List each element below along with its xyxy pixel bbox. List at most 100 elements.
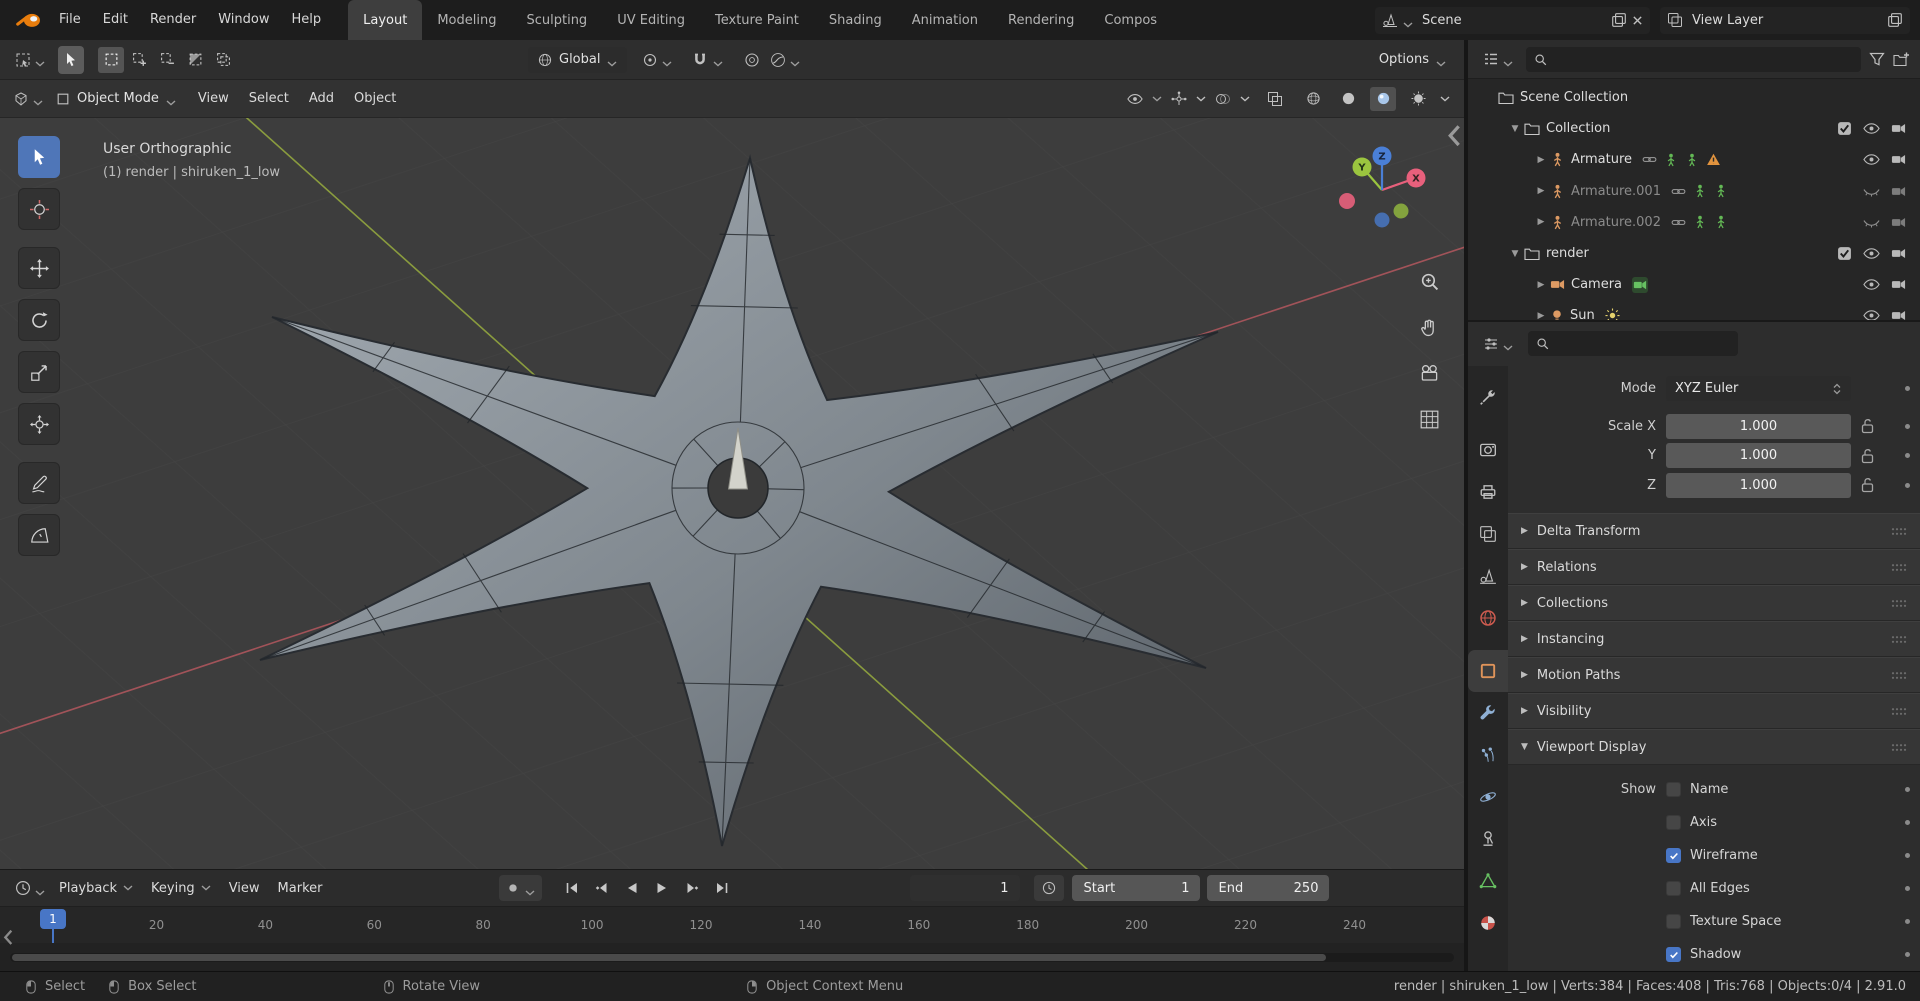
- tool-select-box[interactable]: [18, 136, 60, 178]
- outliner-row-camera[interactable]: ▶ Camera: [1468, 269, 1920, 300]
- select-mode-extend[interactable]: [126, 47, 152, 73]
- camera-toggle-icon[interactable]: [1891, 246, 1906, 261]
- options-dropdown[interactable]: Options: [1371, 52, 1454, 67]
- outliner-row-scene collection[interactable]: Scene Collection: [1468, 82, 1920, 113]
- pan-button[interactable]: [1416, 314, 1442, 340]
- workspace-tab-texture-paint[interactable]: Texture Paint: [700, 0, 814, 40]
- tool-move[interactable]: [18, 247, 60, 289]
- active-tool-button[interactable]: [58, 45, 84, 74]
- jump-to-end-button[interactable]: [708, 875, 735, 901]
- viewport-menu-object[interactable]: Object: [344, 91, 406, 106]
- properties-search[interactable]: [1528, 331, 1738, 356]
- properties-tab-object[interactable]: [1468, 649, 1508, 692]
- new-collection-icon[interactable]: [1893, 51, 1910, 68]
- shading-solid-icon[interactable]: [1335, 87, 1361, 111]
- shading-wireframe-icon[interactable]: [1300, 87, 1326, 111]
- navigation-gizmo[interactable]: X Y Z: [1326, 134, 1438, 246]
- disclosure-open-icon[interactable]: ▼: [1506, 249, 1524, 259]
- properties-tab-world[interactable]: [1468, 597, 1508, 639]
- rotation-mode-dropdown[interactable]: XYZ Euler: [1666, 376, 1851, 401]
- current-frame-field[interactable]: 1: [910, 875, 1021, 901]
- menu-file[interactable]: File: [48, 0, 92, 40]
- panel-grip-icon[interactable]: [1891, 527, 1907, 536]
- overlays-dropdown-icon[interactable]: [1215, 91, 1231, 107]
- snap-toggle[interactable]: [687, 46, 713, 74]
- workspace-tab-sculpting[interactable]: Sculpting: [511, 0, 602, 40]
- properties-tab-view-layer[interactable]: [1468, 513, 1508, 555]
- viewport-menu-view[interactable]: View: [188, 91, 239, 106]
- tool-cursor[interactable]: [18, 188, 60, 230]
- select-mode-subtract[interactable]: [154, 47, 180, 73]
- tool-scale[interactable]: [18, 351, 60, 393]
- scrollbar-thumb[interactable]: [12, 953, 1327, 961]
- outliner-row-collection[interactable]: ▼ Collection: [1468, 113, 1920, 144]
- disclosure-closed-icon[interactable]: ▶: [1532, 217, 1550, 227]
- zoom-button[interactable]: [1416, 268, 1442, 294]
- scale-value-field[interactable]: 1.000: [1666, 472, 1851, 498]
- delete-scene-icon[interactable]: [1632, 15, 1643, 26]
- eye-toggle-icon[interactable]: [1863, 120, 1880, 137]
- disclosure-closed-icon[interactable]: ▶: [1532, 155, 1550, 165]
- panel-header-collections[interactable]: ▶ Collections: [1508, 585, 1920, 621]
- panel-grip-icon[interactable]: [1891, 743, 1907, 752]
- outliner-search[interactable]: [1526, 46, 1861, 72]
- animate-dot[interactable]: [1905, 919, 1910, 924]
- chevron-down-icon[interactable]: [1440, 94, 1450, 104]
- timeline-menu-keying[interactable]: Keying: [142, 881, 220, 896]
- checkbox-toggle-icon[interactable]: [1837, 246, 1852, 261]
- outliner-row-sun[interactable]: ▶ Sun: [1468, 300, 1920, 320]
- menu-help[interactable]: Help: [281, 0, 333, 40]
- workspace-tab-layout[interactable]: Layout: [348, 0, 423, 40]
- checkbox-axis[interactable]: [1666, 815, 1681, 830]
- outliner-editor-type-dropdown[interactable]: [1478, 45, 1518, 73]
- play-button[interactable]: [648, 875, 675, 901]
- jump-to-next-keyframe-button[interactable]: [678, 875, 705, 901]
- snap-dropdown-chevron-icon[interactable]: [713, 56, 723, 67]
- properties-tab-physics[interactable]: [1468, 776, 1508, 818]
- properties-tab-output[interactable]: [1468, 471, 1508, 513]
- scale-value-field[interactable]: 1.000: [1666, 413, 1851, 439]
- editor-type-dropdown[interactable]: [8, 85, 48, 113]
- eye-toggle-icon[interactable]: [1863, 245, 1880, 262]
- panel-header-motion-paths[interactable]: ▶ Motion Paths: [1508, 657, 1920, 693]
- camera-toggle-icon[interactable]: [1891, 308, 1906, 320]
- auto-keying-button[interactable]: [499, 875, 543, 901]
- disclosure-closed-icon[interactable]: ▶: [1532, 311, 1550, 320]
- disclosure-open-icon[interactable]: ▼: [1506, 124, 1524, 134]
- visibility-dropdown-icon[interactable]: [1127, 91, 1143, 107]
- checkbox-wireframe[interactable]: [1666, 848, 1681, 863]
- panel-header-relations[interactable]: ▶ Relations: [1508, 549, 1920, 585]
- timeline-menu-marker[interactable]: Marker: [269, 881, 332, 896]
- camera-toggle-icon[interactable]: [1891, 152, 1906, 167]
- lock-open-icon[interactable]: [1860, 418, 1875, 434]
- pivot-point-dropdown[interactable]: [637, 46, 677, 74]
- select-mode-invert[interactable]: [182, 47, 208, 73]
- timeline-scrollbar[interactable]: [10, 952, 1454, 962]
- outliner-row-armature[interactable]: ▶ Armature: [1468, 144, 1920, 175]
- workspace-tab-animation[interactable]: Animation: [897, 0, 993, 40]
- xray-toggle-icon[interactable]: [1267, 91, 1283, 107]
- jump-to-start-button[interactable]: [558, 875, 585, 901]
- tool-annotate[interactable]: [18, 462, 60, 504]
- workspace-tab-rendering[interactable]: Rendering: [993, 0, 1089, 40]
- current-frame-marker[interactable]: 1: [40, 909, 66, 929]
- blender-logo-icon[interactable]: [16, 11, 42, 29]
- animate-dot[interactable]: [1905, 952, 1910, 957]
- timeline-menu-view[interactable]: View: [220, 881, 269, 896]
- panel-grip-icon[interactable]: [1891, 707, 1907, 716]
- panel-grip-icon[interactable]: [1891, 671, 1907, 680]
- camera-toggle-icon[interactable]: [1891, 121, 1906, 136]
- frame-start-field[interactable]: Start 1: [1072, 875, 1201, 901]
- panel-grip-icon[interactable]: [1891, 599, 1907, 608]
- viewport-menu-add[interactable]: Add: [299, 91, 344, 106]
- panel-header-visibility[interactable]: ▶ Visibility: [1508, 693, 1920, 729]
- lock-open-icon[interactable]: [1860, 448, 1875, 464]
- shading-material-preview-icon[interactable]: [1370, 86, 1396, 111]
- properties-tab-scene[interactable]: [1468, 555, 1508, 597]
- animate-dot[interactable]: [1905, 453, 1910, 459]
- disclosure-closed-icon[interactable]: ▶: [1532, 186, 1550, 196]
- scale-value-field[interactable]: 1.000: [1666, 443, 1851, 469]
- checkbox-texture-space[interactable]: [1666, 914, 1681, 929]
- interaction-mode-dropdown[interactable]: Object Mode: [48, 91, 184, 106]
- properties-tab-constraints[interactable]: [1468, 818, 1508, 860]
